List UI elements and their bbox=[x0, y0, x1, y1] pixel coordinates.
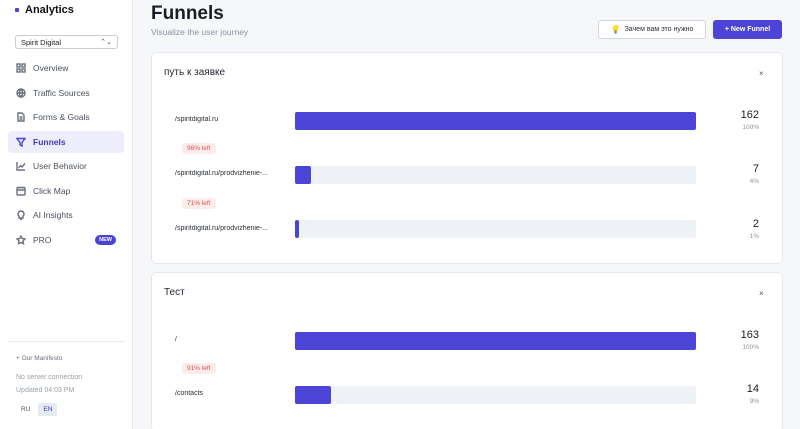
sidebar-item-label: Funnels bbox=[33, 136, 66, 147]
sidebar-item-label: PRO bbox=[33, 234, 52, 245]
new-badge: NEW bbox=[95, 234, 116, 245]
sidebar-item-forms-goals[interactable]: Forms & Goals bbox=[8, 106, 124, 128]
site-select-value: Spirit Digital bbox=[21, 37, 62, 47]
sidebar-divider bbox=[8, 341, 125, 342]
document-icon bbox=[17, 112, 25, 122]
step-percent: 4% bbox=[749, 178, 759, 185]
sidebar-item-ai-insights[interactable]: AI Insights bbox=[8, 204, 124, 226]
sidebar: Analytics Spirit Digital ⌃⌄ Overview Tra… bbox=[0, 0, 133, 429]
close-icon[interactable]: × bbox=[759, 69, 764, 78]
language-switcher: RU EN bbox=[16, 403, 58, 416]
step-bar-fill bbox=[295, 220, 299, 238]
lightbulb-icon: 💡 bbox=[610, 25, 621, 34]
step-percent: 100% bbox=[742, 124, 759, 131]
funnel-icon bbox=[16, 137, 26, 147]
sidebar-item-overview[interactable]: Overview bbox=[8, 57, 124, 79]
sidebar-item-label: Click Map bbox=[33, 185, 71, 196]
brand[interactable]: Analytics bbox=[15, 4, 74, 16]
step-url: / bbox=[175, 336, 177, 343]
step-count: 7 bbox=[752, 163, 759, 175]
new-funnel-button[interactable]: + New Funnel bbox=[713, 20, 782, 39]
page-subtitle: Visualize the user journey bbox=[151, 27, 249, 37]
sidebar-item-label: Traffic Sources bbox=[33, 87, 90, 98]
star-icon bbox=[16, 234, 26, 245]
site-select[interactable]: Spirit Digital ⌃⌄ bbox=[15, 35, 118, 49]
grid-icon bbox=[16, 63, 26, 73]
lightbulb-icon bbox=[17, 210, 25, 220]
calendar-icon bbox=[16, 186, 26, 196]
updated-time: Updated 04:03 PM bbox=[16, 387, 75, 394]
step-percent: 1% bbox=[749, 233, 759, 240]
dropoff-badge: 71% left bbox=[182, 198, 216, 209]
step-bar-fill bbox=[295, 166, 311, 184]
step-count: 162 bbox=[740, 109, 759, 121]
close-icon[interactable]: × bbox=[759, 289, 764, 298]
server-status: No server connection bbox=[16, 374, 83, 381]
sidebar-item-click-map[interactable]: Click Map bbox=[8, 180, 124, 202]
sidebar-item-label: User Behavior bbox=[33, 161, 87, 171]
funnel-card: Тест × / 163 100% 91% left /contacts 14 … bbox=[151, 272, 783, 429]
sidebar-item-pro[interactable]: PRO NEW bbox=[8, 229, 124, 251]
step-percent: 100% bbox=[742, 344, 759, 351]
step-percent: 9% bbox=[749, 398, 759, 405]
sidebar-item-traffic-sources[interactable]: Traffic Sources bbox=[8, 82, 124, 104]
funnel-title: Тест bbox=[164, 287, 185, 298]
page-title: Funnels bbox=[151, 3, 224, 24]
step-count: 2 bbox=[752, 218, 759, 230]
app-title: Analytics bbox=[25, 4, 74, 16]
step-bar-track bbox=[295, 220, 696, 238]
step-url: /spiritdigital.ru/prodvizhenie-... bbox=[175, 170, 268, 177]
step-bar-fill bbox=[295, 332, 696, 350]
step-count: 163 bbox=[740, 329, 759, 341]
sidebar-item-funnels[interactable]: Funnels bbox=[8, 130, 124, 153]
sidebar-item-label: AI Insights bbox=[33, 210, 73, 220]
step-bar-track bbox=[295, 166, 696, 184]
manifesto-link[interactable]: + Our Manifesto bbox=[16, 355, 62, 362]
sidebar-item-label: Forms & Goals bbox=[33, 112, 90, 122]
sidebar-nav: Overview Traffic Sources Forms & Goals F… bbox=[8, 57, 124, 253]
why-button-label: Зачем вам это нужно bbox=[624, 26, 694, 33]
sidebar-item-user-behavior[interactable]: User Behavior bbox=[8, 155, 124, 177]
funnel-title: путь к заявке bbox=[164, 67, 226, 78]
why-button[interactable]: 💡 Зачем вам это нужно bbox=[598, 20, 706, 39]
step-count: 14 bbox=[746, 383, 759, 395]
lang-en-button[interactable]: EN bbox=[38, 403, 58, 416]
step-bar-track bbox=[295, 386, 696, 404]
step-bar-track bbox=[295, 112, 696, 130]
step-url: /spiritdigital.ru/prodvizhenie-... bbox=[175, 225, 268, 232]
logo-icon bbox=[15, 8, 19, 12]
dropoff-badge: 96% left bbox=[182, 143, 216, 154]
globe-icon bbox=[16, 87, 26, 98]
step-url: /spiritdigital.ru bbox=[175, 116, 219, 123]
chevron-updown-icon: ⌃⌄ bbox=[100, 39, 112, 46]
funnel-card: путь к заявке × /spiritdigital.ru 162 10… bbox=[151, 52, 783, 264]
step-bar-fill bbox=[295, 112, 696, 130]
sidebar-item-label: Overview bbox=[33, 63, 69, 73]
step-url: /contacts bbox=[175, 390, 204, 397]
dropoff-badge: 91% left bbox=[182, 363, 216, 374]
chart-line-icon bbox=[16, 162, 26, 171]
step-bar-fill bbox=[295, 386, 331, 404]
step-bar-track bbox=[295, 332, 696, 350]
lang-ru-button[interactable]: RU bbox=[16, 403, 35, 416]
